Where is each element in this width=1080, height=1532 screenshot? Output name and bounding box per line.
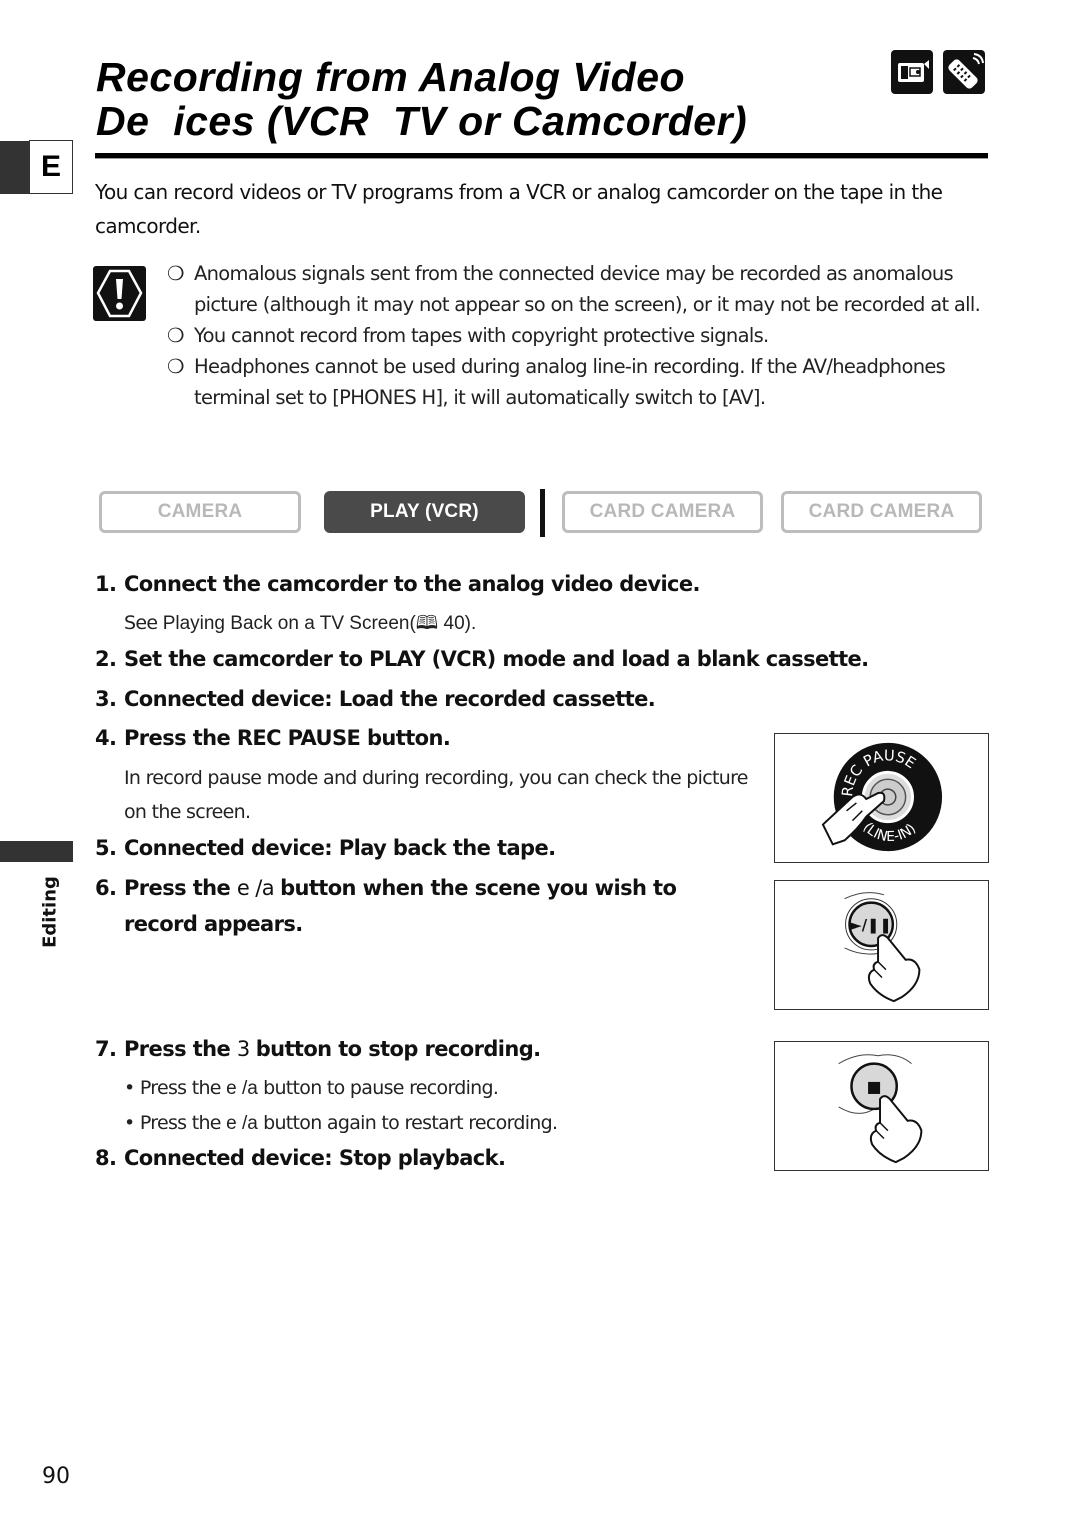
caution-note-text: You cannot record from tapes with copyri… <box>194 324 769 347</box>
bullet-text: button again to restart recording. <box>263 1112 558 1134</box>
caution-note-text: Anomalous signals sent from the connecte… <box>194 262 981 316</box>
step-4: 4. Press the REC PAUSE button. <box>95 720 451 756</box>
play-pause-symbol: e /a <box>236 876 281 900</box>
step-7: 7. Press the 3 button to stop recording. <box>95 1031 541 1067</box>
step-number: 5. <box>95 836 117 860</box>
step-text: button when the scene you wish to <box>280 876 677 900</box>
step-7-bullet: • Press the e /a button to pause recordi… <box>124 1071 499 1106</box>
caution-icon <box>93 266 146 321</box>
mode-separator <box>540 489 545 537</box>
step-number: 4. <box>95 726 117 750</box>
stop-figure: ■ <box>774 1041 989 1171</box>
step-8: 8. Connected device: Stop playback. <box>95 1140 506 1176</box>
rec-pause-button-illustration: REC PAUSE (LINE-IN) <box>821 742 943 852</box>
step-5: 5. Connected device: Play back the tape. <box>95 830 556 866</box>
step-number: 3. <box>95 687 117 711</box>
page-number: 90 <box>42 1464 70 1489</box>
step-text: Connect the camcorder to the analog vide… <box>124 572 701 596</box>
section-tab-label: Editing <box>39 876 61 948</box>
play-pause-symbol: e /a <box>226 1113 264 1134</box>
note-bullet: ❍ <box>167 324 184 347</box>
mode-card-camera-2: CARD CAMERA <box>781 491 982 533</box>
bullet-dot: • <box>124 1112 140 1134</box>
step-number: 1. <box>95 572 117 596</box>
rec-pause-figure: REC PAUSE (LINE-IN) <box>774 733 989 863</box>
caution-note: ❍ You cannot record from tapes with copy… <box>167 320 997 351</box>
step-note-text: See <box>124 612 163 634</box>
step-4-note: In record pause mode and during recordin… <box>124 767 748 823</box>
page-reference: 40). <box>438 613 477 634</box>
step-text: button to stop recording. <box>255 1037 541 1061</box>
step-3: 3. Connected device: Load the recorded ca… <box>95 681 656 717</box>
mode-camera: CAMERA <box>99 491 301 533</box>
mode-card-camera: CARD CAMERA <box>562 491 763 533</box>
caution-note-text: Headphones cannot be used during analog … <box>194 355 946 409</box>
camcorder-icon <box>891 50 933 94</box>
step-text: Press the REC PAUSE button. <box>124 726 451 750</box>
step-2: 2. Set the camcorder to PLAY (VCR) mode a… <box>95 641 869 677</box>
page-title-line-1: Recording from Analog Video <box>96 54 686 100</box>
step-text: Press the <box>124 876 237 900</box>
step-number: 7. <box>95 1037 117 1061</box>
section-tab-marker <box>0 841 73 862</box>
page-title-line-2: De ices (VCR TV or Camcorder) <box>96 98 748 144</box>
note-bullet: ❍ <box>167 355 184 378</box>
caution-note: ❍ Anomalous signals sent from the connec… <box>167 258 997 320</box>
step-text: Press the <box>124 1037 237 1061</box>
language-tab-marker <box>0 141 30 194</box>
note-bullet: ❍ <box>167 262 184 285</box>
page-title: Recording from Analog Video De ices (VCR… <box>96 55 856 143</box>
title-underline-shadow <box>95 158 988 159</box>
bullet-text: Press the <box>139 1077 227 1099</box>
cross-reference-link: Playing Back on a TV Screen <box>162 613 410 634</box>
step-text: Connected device: Play back the tape. <box>124 836 556 860</box>
step-number: 8. <box>95 1146 117 1170</box>
stop-symbol: 3 <box>236 1037 256 1061</box>
step-6: 6. Press the e /a button when the scene y… <box>95 870 677 906</box>
remote-control-icon <box>943 50 985 94</box>
intro-paragraph: You can record videos or TV programs fro… <box>95 180 943 238</box>
mode-play-vcr: PLAY (VCR) <box>324 491 525 533</box>
play-pause-figure: ►/❚❚ <box>774 880 989 1010</box>
step-6-line-2: record appears. <box>124 912 303 936</box>
step-7-bullet: • Press the e /a button again to restart… <box>124 1106 558 1141</box>
caution-notes: ❍ Anomalous signals sent from the connec… <box>167 258 997 413</box>
play-pause-button-illustration: ►/❚❚ <box>844 892 921 1003</box>
step-text: Connected device: Load the recorded cass… <box>124 687 656 711</box>
step-text: Connected device: Stop playback. <box>124 1146 506 1170</box>
bullet-text: button to pause recording. <box>263 1077 499 1099</box>
bullet-text: Press the <box>139 1112 227 1134</box>
play-pause-symbol: e /a <box>226 1078 264 1099</box>
step-number: 6. <box>95 876 117 900</box>
caution-note: ❍ Headphones cannot be used during analo… <box>167 351 997 413</box>
step-1-note: See Playing Back on a TV Screen(🕮 40). <box>124 606 476 641</box>
step-text: Set the camcorder to PLAY (VCR) mode and… <box>124 647 869 671</box>
stop-button-illustration: ■ <box>838 1054 923 1164</box>
stop-button-label: ■ <box>867 1077 882 1096</box>
bullet-dot: • <box>124 1077 140 1099</box>
step-number: 2. <box>95 647 117 671</box>
play-pause-button-label: ►/❚❚ <box>850 917 891 934</box>
step-1: 1. Connect the camcorder to the analog vi… <box>95 566 701 602</box>
book-icon: (🕮 <box>409 613 439 634</box>
language-tab: E <box>29 140 73 194</box>
